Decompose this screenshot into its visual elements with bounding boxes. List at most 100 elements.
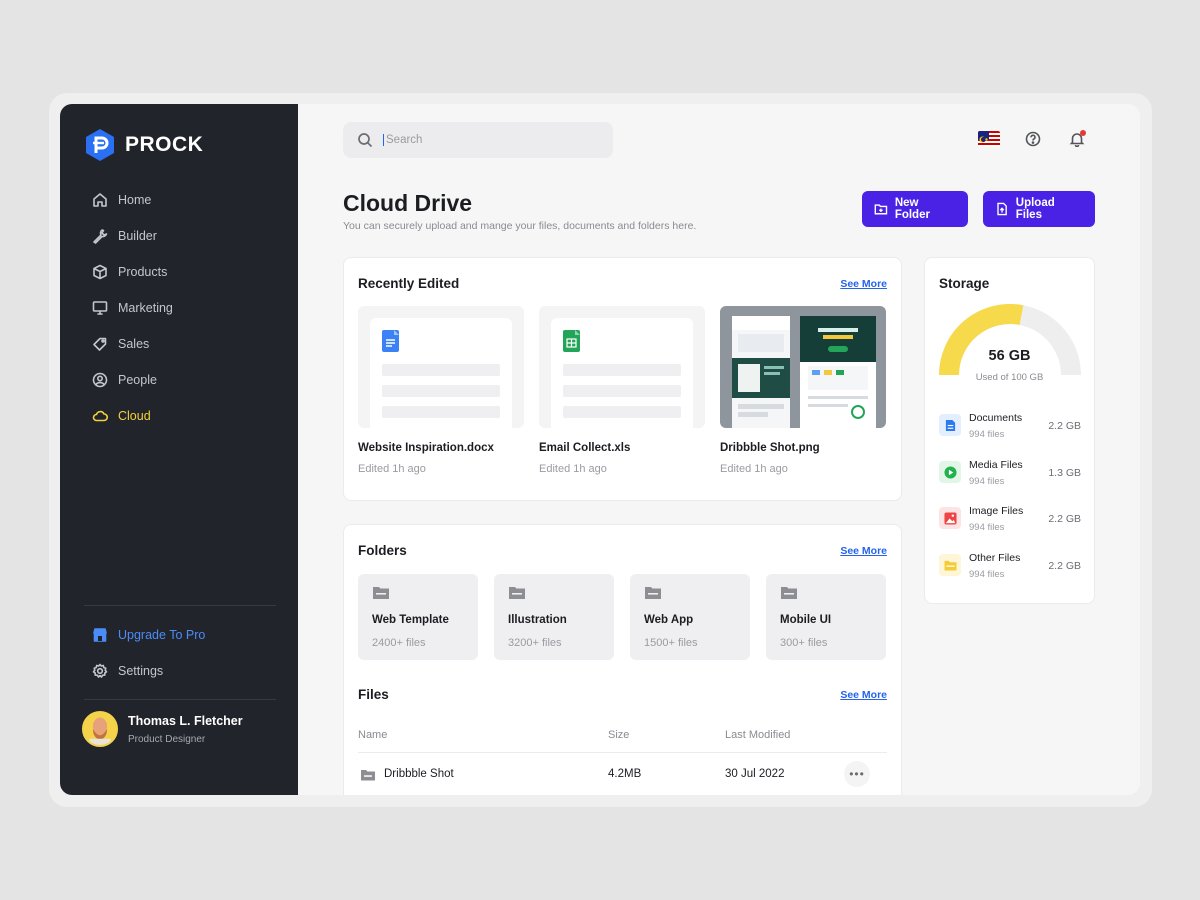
storage-used-value: 56 GB — [988, 348, 1031, 364]
page-subtitle: You can securely upload and mange your f… — [343, 220, 697, 232]
storage-item-count: 994 files — [969, 476, 1005, 487]
storage-card: Storage 56 GB Used of 100 GB Documents 9… — [924, 257, 1095, 604]
gauge-fill — [939, 304, 1024, 376]
image-icon — [939, 507, 961, 529]
upgrade-button[interactable]: Upgrade To Pro — [80, 617, 280, 653]
sidebar-item-label: Marketing — [118, 301, 173, 315]
folders-card: Folders See More Web Template 2400+ file… — [343, 524, 902, 795]
file-row-name[interactable]: Dribbble Shot — [384, 768, 454, 780]
column-header-size[interactable]: Size — [608, 729, 629, 741]
files-see-more-link[interactable]: See More — [840, 689, 887, 701]
new-folder-label: New Folder — [894, 197, 930, 221]
app-window: PROCK Home Builder Products Marketing Sa… — [60, 104, 1140, 795]
storage-item-count: 994 files — [969, 569, 1005, 580]
folder-icon — [939, 554, 961, 576]
sheets-icon — [563, 330, 580, 352]
settings[interactable]: Settings — [80, 653, 280, 689]
upgrade-to-pro[interactable]: Upgrade To Pro — [80, 617, 280, 653]
user-profile[interactable]: Thomas L. Fletcher Product Designer — [82, 711, 243, 747]
flag-icon[interactable] — [978, 131, 1000, 147]
doc-preview — [370, 318, 512, 428]
recent-file-name[interactable]: Dribbble Shot.png — [720, 442, 820, 454]
logo[interactable]: PROCK — [84, 128, 203, 162]
cloud-icon — [92, 410, 108, 422]
ellipsis-icon: ••• — [849, 767, 865, 781]
upload-files-button[interactable]: Upload Files — [983, 191, 1095, 227]
recent-file-time: Edited 1h ago — [539, 463, 607, 475]
folders-see-more-link[interactable]: See More — [840, 545, 887, 557]
storage-item-size: 2.2 GB — [1048, 420, 1081, 432]
sidebar-item-people[interactable]: People — [80, 362, 280, 398]
gear-icon — [92, 663, 108, 678]
header-actions — [978, 128, 1088, 150]
folder-card[interactable]: Web App 1500+ files — [630, 574, 750, 660]
settings-label: Settings — [118, 664, 164, 678]
notification-dot — [1080, 130, 1086, 136]
page-title: Cloud Drive — [343, 190, 473, 216]
search-icon — [358, 133, 373, 148]
search-bar[interactable] — [343, 122, 613, 158]
files-title: Files — [358, 687, 389, 702]
recent-file-name[interactable]: Email Collect.xls — [539, 442, 630, 454]
sidebar-item-label: Cloud — [118, 409, 151, 423]
folder-name: Mobile UI — [780, 614, 832, 626]
folder-plus-icon — [874, 204, 888, 215]
sidebar-item-label: Sales — [118, 337, 150, 351]
search-input[interactable] — [383, 134, 593, 146]
folder-card[interactable]: Web Template 2400+ files — [358, 574, 478, 660]
document-icon — [939, 414, 961, 436]
table-header-divider — [358, 752, 887, 753]
avatar-portrait — [84, 713, 116, 745]
file-row-modified: 30 Jul 2022 — [725, 768, 785, 780]
recent-title: Recently Edited — [358, 276, 460, 291]
column-header-name[interactable]: Name — [358, 729, 387, 741]
recent-file-preview[interactable] — [720, 306, 886, 428]
folder-card[interactable]: Illustration 3200+ files — [494, 574, 614, 660]
folder-name: Illustration — [508, 614, 567, 626]
storage-item-name: Image Files — [969, 505, 1024, 517]
storage-item-size: 2.2 GB — [1048, 513, 1081, 525]
storage-item-name: Media Files — [969, 459, 1023, 471]
file-row-size: 4.2MB — [608, 768, 642, 780]
monitor-icon — [92, 301, 108, 315]
sidebar-item-builder[interactable]: Builder — [80, 218, 280, 254]
sidebar-item-marketing[interactable]: Marketing — [80, 290, 280, 326]
recent-file-name[interactable]: Website Inspiration.docx — [358, 442, 494, 454]
sidebar-item-cloud[interactable]: Cloud — [80, 398, 280, 434]
sidebar-item-home[interactable]: Home — [80, 182, 280, 218]
folder-card[interactable]: Mobile UI 300+ files — [766, 574, 886, 660]
column-header-modified[interactable]: Last Modified — [725, 729, 790, 741]
upload-label: Upload Files — [1015, 197, 1055, 221]
help-button[interactable] — [1022, 128, 1044, 150]
store-icon — [93, 628, 107, 642]
storage-item-size: 2.2 GB — [1048, 560, 1081, 572]
folder-icon — [373, 587, 389, 599]
recently-edited-card: Recently Edited See More Website Inspira… — [343, 257, 902, 501]
sidebar: PROCK Home Builder Products Marketing Sa… — [60, 104, 298, 795]
file-upload-icon — [997, 202, 1007, 216]
sidebar-item-sales[interactable]: Sales — [80, 326, 280, 362]
sidebar-item-label: Products — [118, 265, 168, 279]
notification-button[interactable] — [1066, 128, 1088, 150]
recent-see-more-link[interactable]: See More — [840, 278, 887, 290]
storage-row-documents[interactable]: Documents 994 files 2.2 GB — [939, 410, 1081, 444]
sidebar-item-products[interactable]: Products — [80, 254, 280, 290]
settings-button[interactable]: Settings — [80, 653, 280, 689]
storage-row-images[interactable]: Image Files 994 files 2.2 GB — [939, 503, 1081, 537]
more-options-button[interactable]: ••• — [844, 761, 870, 787]
storage-used-sub: Used of 100 GB — [975, 372, 1044, 383]
tag-icon — [93, 337, 107, 351]
folder-name: Web Template — [372, 614, 449, 626]
sidebar-nav: Home Builder Products Marketing Sales Pe… — [80, 182, 280, 434]
recent-file-preview[interactable] — [358, 306, 524, 428]
storage-row-other[interactable]: Other Files 994 files 2.2 GB — [939, 550, 1081, 584]
brand-name: PROCK — [125, 133, 204, 156]
new-folder-button[interactable]: New Folder — [862, 191, 968, 227]
docs-icon — [382, 330, 399, 352]
image-preview — [732, 316, 876, 428]
storage-title: Storage — [939, 276, 990, 291]
upgrade-label: Upgrade To Pro — [118, 628, 206, 642]
help-icon — [1025, 131, 1041, 147]
storage-row-media[interactable]: Media Files 994 files 1.3 GB — [939, 457, 1081, 491]
recent-file-preview[interactable] — [539, 306, 705, 428]
